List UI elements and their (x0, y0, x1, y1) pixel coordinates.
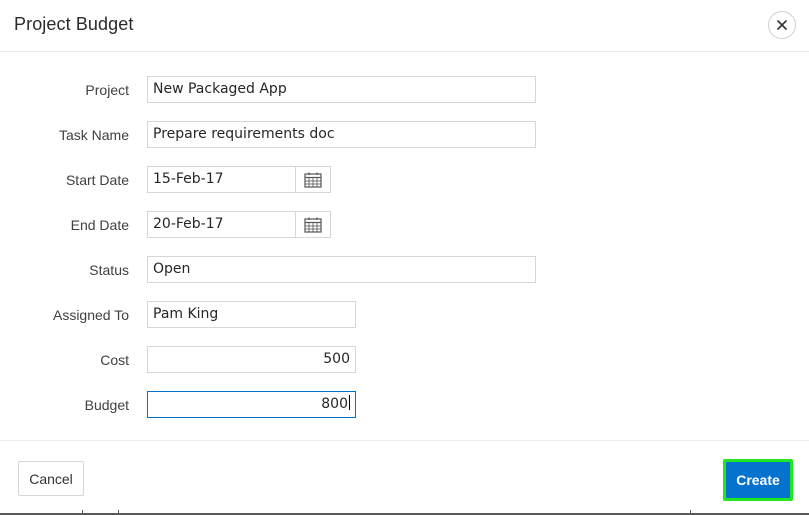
text-caret (349, 395, 350, 410)
task-name-row: Task Name Prepare requirements doc (0, 121, 809, 149)
cost-field[interactable]: 500 (147, 346, 356, 373)
close-button[interactable] (768, 11, 796, 39)
start-date-row: Start Date 15-Feb-17 (0, 166, 809, 194)
calendar-icon (304, 217, 322, 233)
dialog-titlebar: Project Budget (0, 0, 809, 52)
end-date-row: End Date 20-Feb-17 (0, 211, 809, 239)
project-field[interactable]: New Packaged App (147, 76, 536, 103)
project-row: Project New Packaged App (0, 76, 809, 104)
start-date-field[interactable]: 15-Feb-17 (147, 166, 296, 193)
assigned-to-row: Assigned To Pam King (0, 301, 809, 329)
status-label: Status (89, 262, 129, 278)
calendar-icon (304, 172, 322, 188)
budget-row: Budget 800 (0, 391, 809, 419)
project-label: Project (85, 82, 129, 98)
border-tick (118, 510, 119, 515)
create-button[interactable]: Create (723, 459, 793, 501)
start-date-calendar-button[interactable] (295, 166, 331, 193)
assigned-to-label: Assigned To (52, 307, 129, 323)
border-tick (82, 510, 83, 515)
end-date-calendar-button[interactable] (295, 211, 331, 238)
project-budget-dialog: Project Budget Project New Packaged App … (0, 0, 809, 515)
status-field[interactable]: Open (147, 256, 536, 283)
close-icon (777, 20, 787, 30)
start-date-label: Start Date (65, 172, 129, 188)
project-form: Project New Packaged App Task Name Prepa… (0, 52, 809, 440)
cancel-button[interactable]: Cancel (18, 461, 84, 496)
status-row: Status Open (0, 256, 809, 284)
border-tick (690, 510, 691, 515)
budget-label: Budget (84, 397, 129, 413)
assigned-to-field[interactable]: Pam King (147, 301, 356, 328)
budget-field[interactable]: 800 (147, 391, 356, 418)
end-date-field[interactable]: 20-Feb-17 (147, 211, 296, 238)
cost-label: Cost (100, 352, 129, 368)
budget-value: 800 (321, 396, 348, 412)
task-name-label: Task Name (58, 127, 129, 143)
task-name-field[interactable]: Prepare requirements doc (147, 121, 536, 148)
dialog-title: Project Budget (14, 14, 134, 34)
end-date-label: End Date (70, 217, 129, 233)
cost-row: Cost 500 (0, 346, 809, 374)
dialog-footer: Cancel Create (0, 440, 809, 515)
